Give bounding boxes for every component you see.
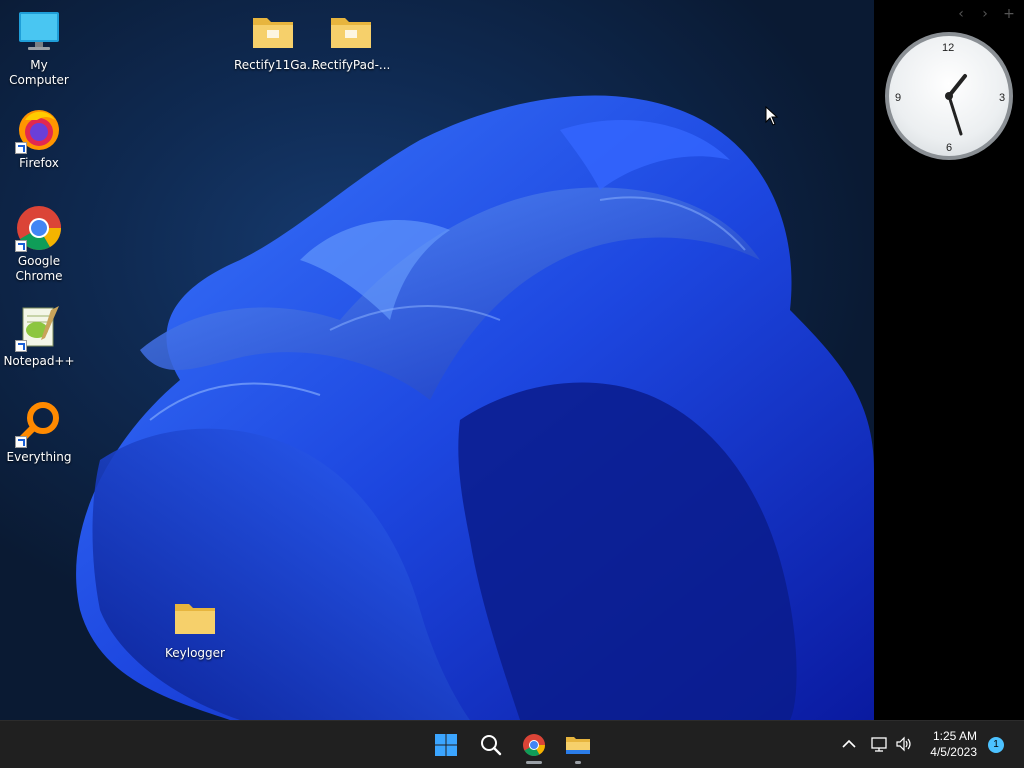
windows-start-icon xyxy=(435,734,457,756)
folder-icon xyxy=(171,596,219,644)
desktop-icon-label: My Computer xyxy=(9,58,69,87)
wallpaper-bloom xyxy=(76,95,874,720)
sidebar-nav: ‹ › + xyxy=(954,6,1016,22)
file-explorer-icon xyxy=(566,737,590,754)
folder-icon xyxy=(249,8,297,56)
desktop-icon-everything[interactable]: Everything xyxy=(0,400,78,465)
taskbar-time: 1:25 AM xyxy=(932,729,977,743)
desktop-icon-rectifypad-folder[interactable]: RectifyPad-... xyxy=(312,8,390,73)
desktop-icon-label: Firefox xyxy=(19,156,59,170)
taskbar-clock[interactable]: 1:25 AM 4/5/2023 xyxy=(930,728,977,760)
notification-badge[interactable]: 1 xyxy=(988,737,1004,753)
shortcut-arrow-icon xyxy=(15,436,27,448)
shortcut-arrow-icon xyxy=(15,142,27,154)
shortcut-arrow-icon xyxy=(15,340,27,352)
desktop-icon-google-chrome[interactable]: Google Chrome xyxy=(0,204,78,284)
desktop-icon-label: Rectify11Ga... xyxy=(234,58,319,72)
desktop-icon-rectify11-folder[interactable]: Rectify11Ga... xyxy=(234,8,319,73)
network-icon[interactable] xyxy=(870,735,888,753)
chrome-icon xyxy=(523,734,545,756)
firefox-icon xyxy=(15,106,63,154)
volume-icon[interactable] xyxy=(895,735,913,753)
desktop-icon-label: Everything xyxy=(6,450,72,464)
monitor-icon xyxy=(15,8,63,56)
folder-icon xyxy=(327,8,375,56)
taskbar-chrome-button[interactable] xyxy=(518,729,550,764)
desktop-icon-firefox[interactable]: Firefox xyxy=(0,106,78,171)
taskbar: 1:25 AM 4/5/2023 1 xyxy=(0,720,1024,768)
mouse-cursor-icon xyxy=(765,106,779,126)
running-indicator xyxy=(575,761,581,764)
show-hidden-icons-chevron-up-icon[interactable] xyxy=(840,735,858,753)
desktop-icon-label: RectifyPad-... xyxy=(312,58,391,72)
desktop-icon-keylogger-folder[interactable]: Keylogger xyxy=(156,596,234,661)
clock-hands xyxy=(945,74,967,136)
taskbar-date: 4/5/2023 xyxy=(930,745,977,759)
desktop-icon-label: Keylogger xyxy=(165,646,225,660)
desktop[interactable]: My Computer Firefox Google Chrome Notepa… xyxy=(0,0,874,720)
desktop-icon-label: Notepad++ xyxy=(3,354,75,368)
chrome-icon xyxy=(15,204,63,252)
notepad-plus-plus-icon xyxy=(15,304,63,352)
sidebar-add-gadget-button[interactable]: + xyxy=(1002,6,1016,22)
gadget-sidebar: ‹ › + 12 3 6 9 xyxy=(874,0,1024,720)
desktop-icon-label: Google Chrome xyxy=(15,254,63,283)
desktop-icon-notepad-plus-plus[interactable]: Notepad++ xyxy=(0,304,78,369)
start-button[interactable] xyxy=(430,729,462,761)
search-button[interactable] xyxy=(475,729,507,761)
sidebar-prev-button[interactable]: ‹ xyxy=(954,6,968,22)
everything-search-icon xyxy=(15,400,63,448)
running-indicator xyxy=(526,761,542,764)
shortcut-arrow-icon xyxy=(15,240,27,252)
search-icon xyxy=(481,735,502,756)
clock-gadget[interactable]: 12 3 6 9 xyxy=(885,32,1013,160)
sidebar-next-button[interactable]: › xyxy=(978,6,992,22)
desktop-icon-my-computer[interactable]: My Computer xyxy=(0,8,78,88)
taskbar-file-explorer-button[interactable] xyxy=(562,729,594,764)
